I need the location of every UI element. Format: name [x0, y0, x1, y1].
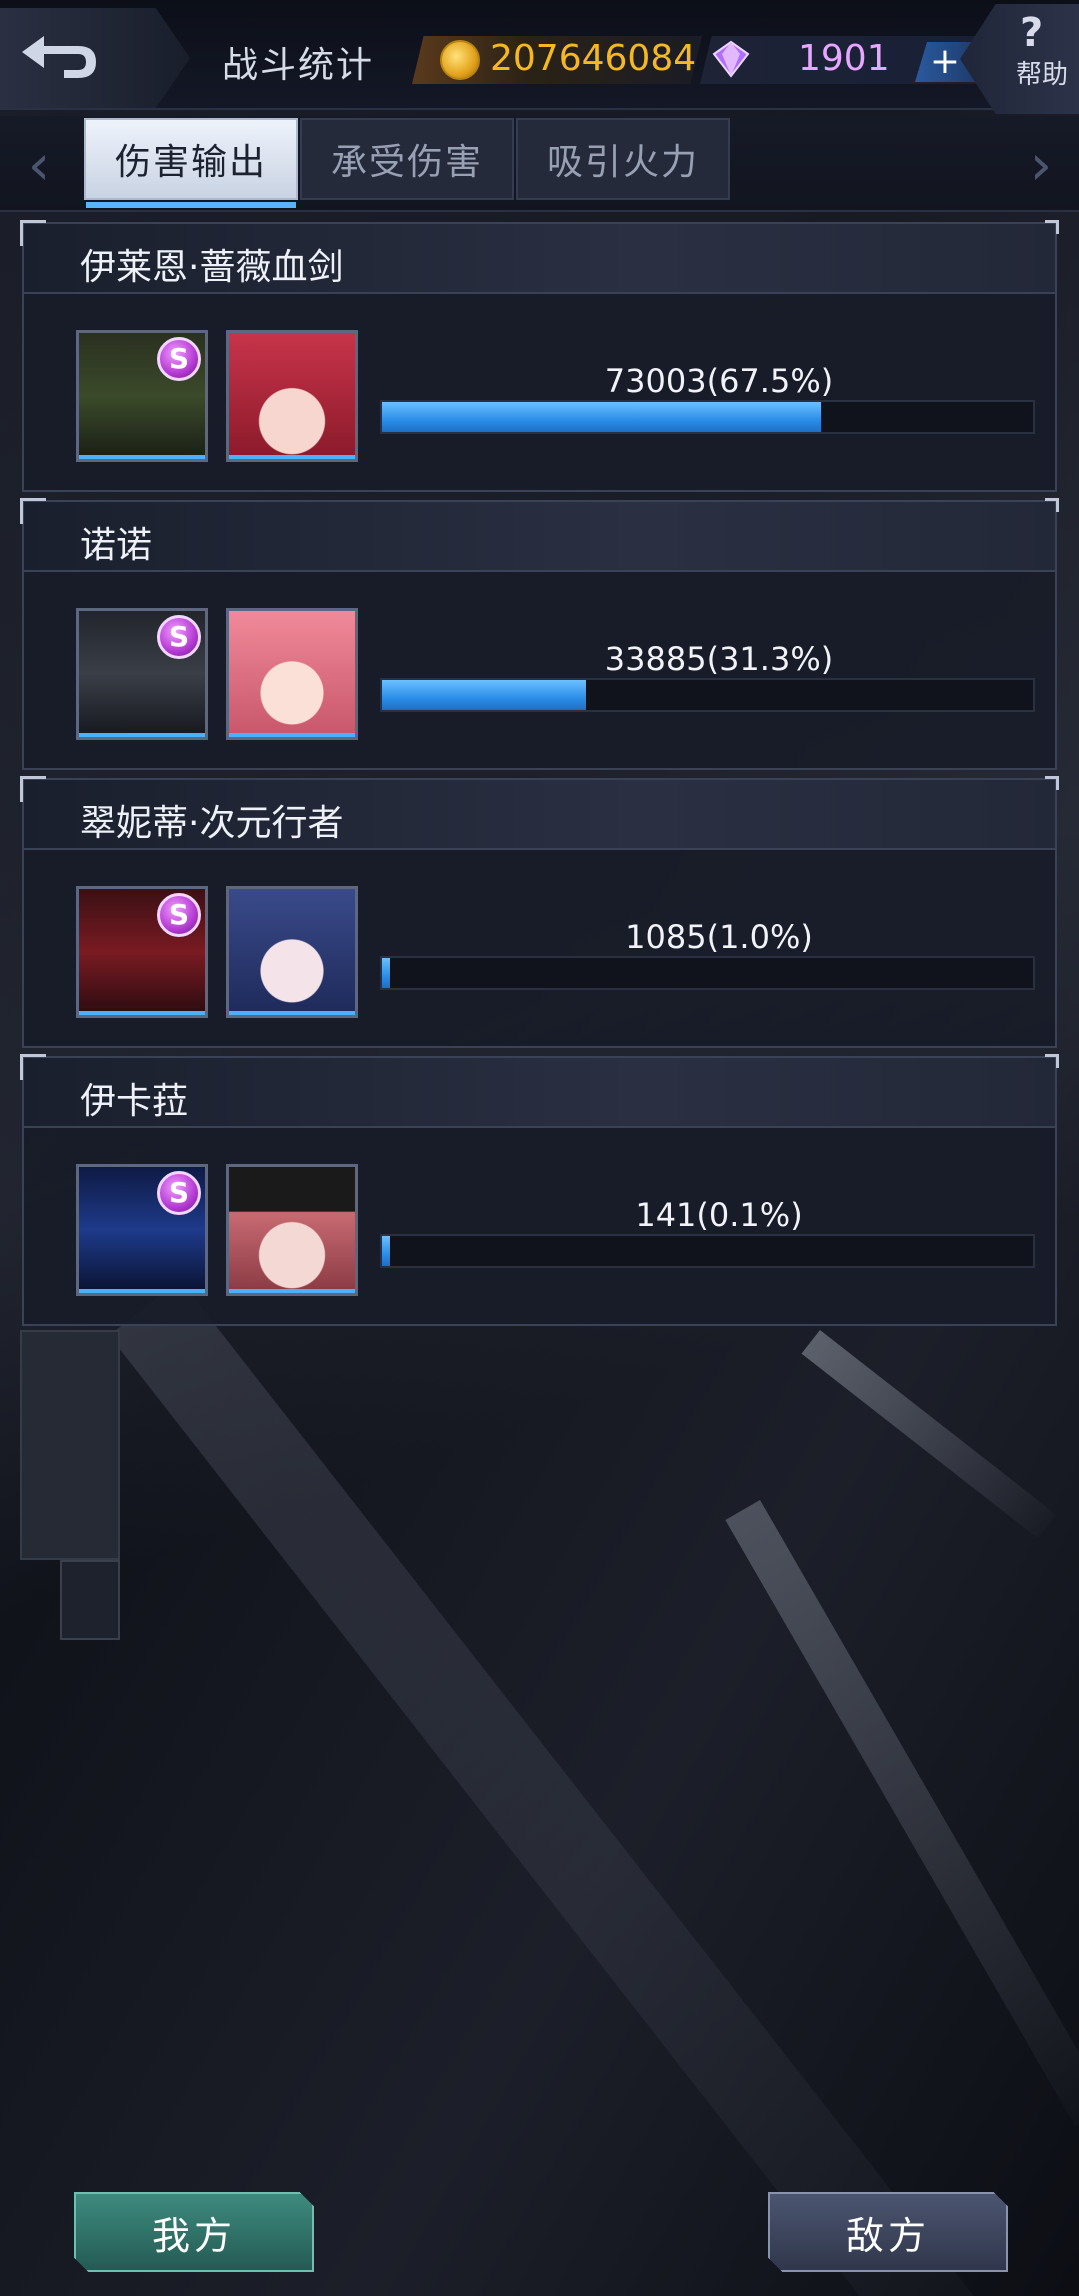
pilot-name: 诺诺: [80, 525, 153, 566]
top-bar: 战斗统计 207646084 1901 + ? 帮助: [0, 0, 1079, 114]
card-glow: [229, 733, 355, 737]
card-glow: [79, 1289, 205, 1293]
card-glow: [229, 455, 355, 459]
damage-bar-fill: [382, 402, 822, 432]
back-button[interactable]: [0, 8, 190, 108]
help-button[interactable]: ? 帮助: [960, 4, 1079, 114]
stat-entry: 伊莱恩·蔷薇血剑 S 73003(67.5%): [20, 220, 1059, 492]
corner-decoration: [1045, 776, 1059, 790]
card-glow: [79, 733, 205, 737]
tabs-right-arrow-icon[interactable]: ›: [1016, 136, 1066, 196]
tabs-left-arrow-icon[interactable]: ‹: [14, 136, 64, 196]
gem-value: 1901: [798, 38, 890, 79]
diamond-icon: [712, 40, 750, 78]
mech-card[interactable]: S: [76, 1164, 208, 1296]
pilot-name: 翠妮蒂·次元行者: [80, 803, 344, 844]
pilot-portrait[interactable]: [226, 1164, 358, 1296]
tabs-bar: ‹ 伤害输出 承受伤害 吸引火力 ›: [0, 116, 1079, 212]
corner-decoration: [1045, 498, 1059, 512]
entry-header: 诺诺: [20, 498, 1059, 572]
stat-entry: 诺诺 S 33885(31.3%): [20, 498, 1059, 770]
entry-header: 伊莱恩·蔷薇血剑: [20, 220, 1059, 294]
corner-decoration: [1045, 220, 1059, 234]
ours-button[interactable]: 我方: [74, 2192, 314, 2272]
s-rank-badge: S: [157, 893, 201, 937]
damage-bar-fill: [382, 1236, 390, 1266]
damage-value: 141(0.1%): [635, 1196, 803, 1234]
damage-value: 33885(31.3%): [604, 640, 834, 678]
background-beam: [725, 1500, 1079, 2127]
entry-header: 翠妮蒂·次元行者: [20, 776, 1059, 850]
card-glow: [79, 455, 205, 459]
corner-decoration: [20, 776, 46, 802]
s-rank-badge: S: [157, 615, 201, 659]
damage-bar: [380, 1234, 1035, 1268]
damage-bar: [380, 400, 1035, 434]
s-rank-badge: S: [157, 1171, 201, 1215]
mech-card[interactable]: S: [76, 608, 208, 740]
background-beam: [109, 1280, 981, 2296]
pilot-portrait[interactable]: [226, 330, 358, 462]
background-structure: [20, 1330, 120, 1560]
tab-damage-output[interactable]: 伤害输出: [84, 118, 298, 208]
back-arrow-icon: [22, 36, 96, 78]
stat-entry: 伊卡菈 S 141(0.1%): [20, 1054, 1059, 1326]
card-glow: [229, 1011, 355, 1015]
coin-icon: [440, 40, 480, 80]
s-rank-badge: S: [157, 337, 201, 381]
page-title: 战斗统计: [222, 45, 375, 86]
damage-bar: [380, 678, 1035, 712]
damage-value: 73003(67.5%): [604, 362, 834, 400]
card-glow: [229, 1289, 355, 1293]
pilot-name: 伊莱恩·蔷薇血剑: [80, 247, 344, 288]
enemy-button[interactable]: 敌方: [768, 2192, 1008, 2272]
tab-damage-taken[interactable]: 承受伤害: [300, 118, 514, 200]
background-beam: [801, 1330, 1057, 1539]
entry-header: 伊卡菈: [20, 1054, 1059, 1128]
damage-bar: [380, 956, 1035, 990]
coin-value: 207646084: [490, 38, 697, 79]
corner-decoration: [20, 498, 46, 524]
mech-card[interactable]: S: [76, 886, 208, 1018]
damage-bar-fill: [382, 958, 390, 988]
pilot-portrait[interactable]: [226, 608, 358, 740]
corner-decoration: [20, 220, 46, 246]
tab-draw-fire[interactable]: 吸引火力: [516, 118, 730, 200]
help-label: 帮助: [1016, 60, 1069, 90]
pilot-name: 伊卡菈: [80, 1081, 189, 1122]
damage-value: 1085(1.0%): [625, 918, 813, 956]
mech-card[interactable]: S: [76, 330, 208, 462]
background-structure: [60, 1560, 120, 1640]
corner-decoration: [20, 1054, 46, 1080]
pilot-portrait[interactable]: [226, 886, 358, 1018]
card-glow: [79, 1011, 205, 1015]
damage-bar-fill: [382, 680, 586, 710]
stat-entry: 翠妮蒂·次元行者 S 1085(1.0%): [20, 776, 1059, 1048]
question-icon: ?: [1020, 10, 1044, 56]
corner-decoration: [1045, 1054, 1059, 1068]
